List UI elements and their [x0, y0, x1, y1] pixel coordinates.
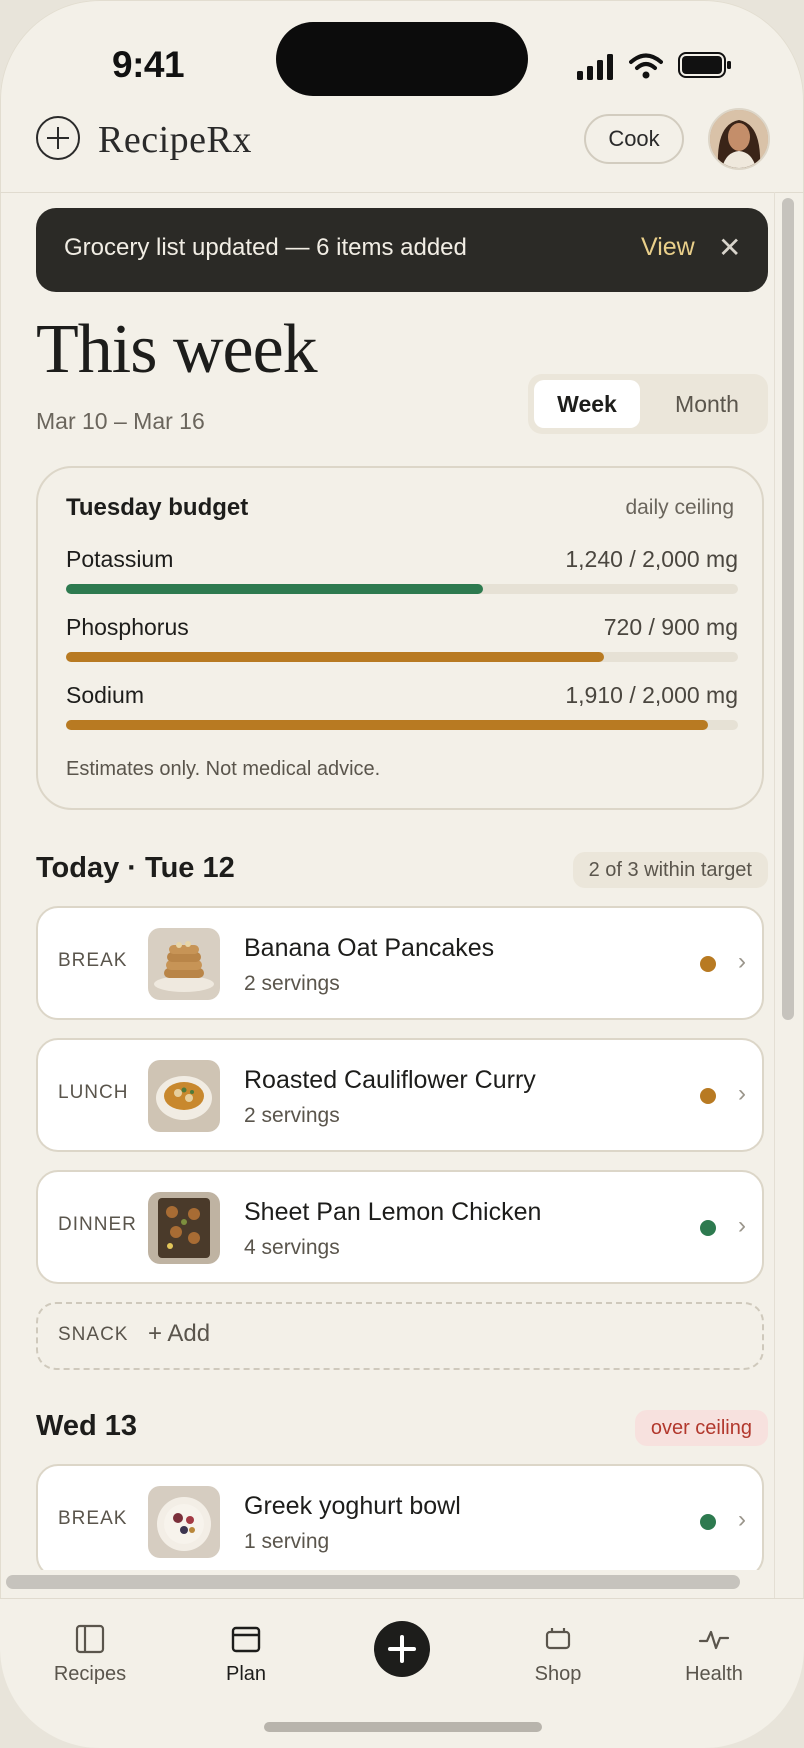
status-time: 9:41	[112, 44, 185, 85]
progress-fill	[66, 720, 708, 730]
date-range: Mar 10 – Mar 16	[36, 408, 205, 434]
budget-card: Tuesday budget daily ceiling Potassium 1…	[36, 466, 764, 810]
progress-track	[66, 652, 738, 662]
meal-servings: 1 serving	[244, 1530, 330, 1553]
tab-recipes[interactable]: Recipes	[30, 1599, 150, 1699]
add-snack-button[interactable]: + Add	[148, 1320, 210, 1348]
nutrient-label: Sodium	[66, 682, 144, 708]
nutrient-value: 1,240 / 2,000 mg	[565, 546, 738, 572]
app-brand: RecipeRx	[98, 119, 252, 161]
progress-fill	[66, 584, 483, 594]
avatar[interactable]	[708, 108, 770, 170]
status-badge: 2 of 3 within target	[572, 852, 768, 888]
nutrient-row-potassium: Potassium 1,240 / 2,000 mg	[66, 546, 738, 596]
avatar-photo-icon	[710, 110, 768, 168]
meal-name: Sheet Pan Lemon Chicken	[244, 1198, 542, 1226]
meal-card-breakfast[interactable]: BREAK Banana Oat Pancakes 2 servings ›	[36, 906, 764, 1020]
home-indicator	[264, 1722, 542, 1732]
pulse-icon	[698, 1630, 730, 1650]
battery-icon	[678, 52, 731, 78]
status-badge: over ceiling	[634, 1410, 768, 1446]
chevron-right-icon: ›	[738, 1506, 746, 1533]
cook-button[interactable]: Cook	[584, 114, 684, 164]
tab-label: Health	[685, 1663, 743, 1685]
day-heading-today: Today · Tue 12	[36, 852, 235, 884]
status-dot	[700, 1088, 716, 1104]
plan-scroll-area[interactable]: Grocery list updated — 6 items added Vie…	[0, 192, 774, 1570]
meal-type: LUNCH	[58, 1082, 129, 1103]
progress-fill	[66, 652, 604, 662]
day-heading-wed: Wed 13	[36, 1410, 138, 1442]
tab-label: Shop	[534, 1663, 582, 1685]
status-dot	[700, 1220, 716, 1236]
vertical-scroll-track	[774, 192, 775, 1600]
page-title: This week	[36, 311, 318, 388]
pancakes-thumbnail	[148, 928, 220, 1000]
status-dot	[700, 1514, 716, 1530]
meal-card-breakfast[interactable]: BREAK Greek yoghurt bowl 1 serving ›	[36, 1464, 764, 1570]
meal-servings: 2 servings	[244, 972, 340, 995]
meal-type: DINNER	[58, 1214, 137, 1235]
meal-card-lunch[interactable]: LUNCH Roasted Cauliflower Curry 2 servin…	[36, 1038, 764, 1152]
snack-add-slot[interactable]: SNACK + Add	[36, 1302, 764, 1370]
meal-type: BREAK	[58, 1508, 128, 1529]
toggle-month[interactable]: Month	[652, 380, 762, 428]
meal-name: Greek yoghurt bowl	[244, 1492, 461, 1520]
app-header: RecipeRx Cook	[0, 100, 804, 193]
progress-track	[66, 720, 738, 730]
meal-type: BREAK	[58, 950, 128, 971]
calendar-icon	[231, 1626, 261, 1653]
grocery-toast: Grocery list updated — 6 items added Vie…	[36, 208, 768, 292]
vertical-scrollbar[interactable]	[782, 198, 794, 1020]
toast-view-button[interactable]: View	[641, 233, 695, 262]
status-bar: 9:41	[0, 0, 804, 110]
nutrient-row-phosphorus: Phosphorus 720 / 900 mg	[66, 614, 738, 664]
budget-title: Tuesday budget	[66, 494, 249, 521]
phone-screen: 9:41 RecipeRx Cook Grocery list updated …	[0, 0, 804, 1748]
nutrient-label: Phosphorus	[66, 614, 189, 640]
meal-name: Banana Oat Pancakes	[244, 934, 495, 962]
disclaimer: Estimates only. Not medical advice.	[66, 758, 381, 780]
nutrient-value: 1,910 / 2,000 mg	[565, 682, 738, 708]
tab-shop[interactable]: Shop	[498, 1599, 618, 1699]
meal-name: Roasted Cauliflower Curry	[244, 1066, 536, 1094]
chevron-right-icon: ›	[738, 1080, 746, 1107]
nutrient-value: 720 / 900 mg	[603, 614, 738, 640]
progress-track	[66, 584, 738, 594]
basket-icon	[545, 1628, 571, 1650]
close-icon[interactable]: ✕	[718, 232, 741, 264]
wifi-icon	[629, 53, 663, 79]
status-dot	[700, 956, 716, 972]
tab-health[interactable]: Health	[654, 1599, 774, 1699]
chevron-right-icon: ›	[738, 948, 746, 975]
tab-plan[interactable]: Plan	[186, 1599, 306, 1699]
curry-thumbnail	[148, 1060, 220, 1132]
cellular-signal-icon	[577, 54, 613, 80]
add-plus-button[interactable]	[374, 1621, 430, 1677]
budget-note: daily ceiling	[625, 496, 734, 519]
toggle-week[interactable]: Week	[534, 380, 640, 428]
plus-circle-logo-icon	[36, 116, 80, 160]
dynamic-island	[276, 22, 528, 96]
nutrient-label: Potassium	[66, 546, 174, 572]
tab-label: Plan	[225, 1663, 267, 1685]
meal-servings: 2 servings	[244, 1104, 340, 1127]
meal-type: SNACK	[58, 1324, 129, 1345]
chicken-thumbnail	[148, 1192, 220, 1264]
toast-message: Grocery list updated — 6 items added	[64, 234, 467, 261]
period-toggle: Week Month	[528, 374, 768, 434]
horizontal-scrollbar[interactable]	[6, 1575, 740, 1589]
yoghurt-bowl-thumbnail	[148, 1486, 220, 1558]
meal-servings: 4 servings	[244, 1236, 340, 1259]
chevron-right-icon: ›	[738, 1212, 746, 1239]
meal-card-dinner[interactable]: DINNER Sheet Pan Lemon Chicken 4 serving…	[36, 1170, 764, 1284]
book-icon	[75, 1624, 105, 1654]
tab-label: Recipes	[53, 1663, 127, 1685]
nutrient-row-sodium: Sodium 1,910 / 2,000 mg	[66, 682, 738, 732]
